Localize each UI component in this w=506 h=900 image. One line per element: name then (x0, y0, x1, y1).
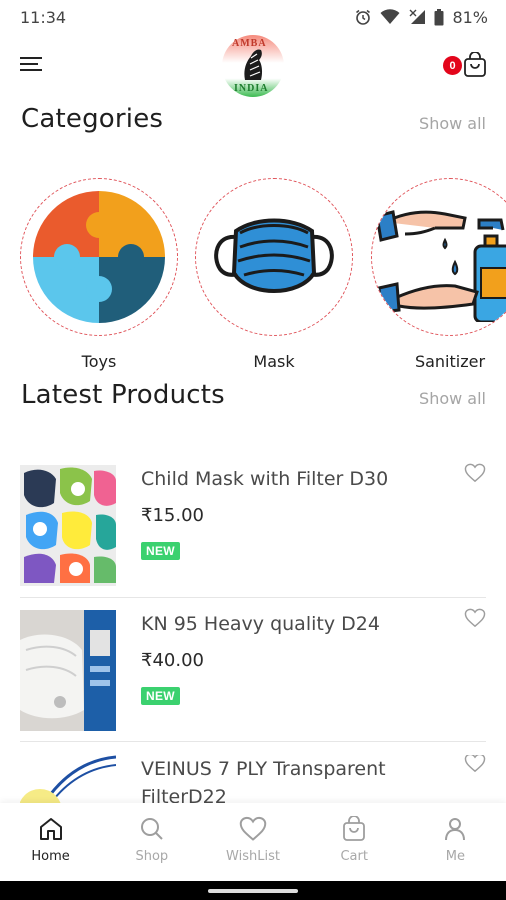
category-circle (195, 178, 353, 336)
nav-item-cart[interactable]: Cart (304, 803, 405, 881)
new-badge: NEW (141, 542, 180, 560)
nav-label: Home (31, 849, 70, 864)
product-item-veinus[interactable]: VEINUS 7 PLY Transparent FilterD22 (20, 755, 486, 803)
nav-item-me[interactable]: Me (405, 803, 506, 881)
new-badge: NEW (141, 687, 180, 705)
hand-sanitizer-icon (375, 210, 506, 322)
product-price: ₹15.00 (141, 505, 204, 526)
products-show-all-link[interactable]: Show all (419, 389, 486, 408)
categories-show-all-link[interactable]: Show all (419, 114, 486, 133)
logo-text-bottom: INDIA (234, 83, 269, 94)
product-price: ₹40.00 (141, 650, 204, 671)
bag-icon (343, 816, 366, 841)
product-item-kn95[interactable]: KN 95 Heavy quality D24 ₹40.00 NEW (20, 608, 486, 755)
heart-icon (239, 816, 267, 841)
bottom-navigation: Home Shop WishList Cart Me (0, 803, 506, 881)
wifi-icon (380, 9, 400, 24)
category-label: Mask (253, 352, 295, 371)
cart-button[interactable]: 0 (443, 52, 487, 82)
person-icon (445, 818, 466, 841)
product-name: VEINUS 7 PLY Transparent FilterD22 (141, 758, 386, 803)
categories-title: Categories (21, 104, 164, 134)
app-bar: AMBA INDIA 0 (0, 34, 506, 98)
nav-item-shop[interactable]: Shop (101, 803, 202, 881)
battery-percent: 81% (452, 7, 488, 27)
status-bar: 11:34 81% (0, 0, 506, 34)
nav-label: Shop (135, 849, 169, 864)
latest-products-title: Latest Products (21, 380, 225, 410)
home-gesture-handle[interactable] (208, 889, 298, 893)
product-name: KN 95 Heavy quality D24 (141, 613, 380, 635)
product-name: Child Mask with Filter D30 (141, 468, 389, 490)
signal-icon (409, 9, 426, 24)
status-icons: 81% (354, 8, 488, 27)
category-label: Sanitizer (414, 352, 486, 371)
shopping-bag-icon (464, 52, 486, 77)
home-icon (39, 818, 62, 840)
nav-item-home[interactable]: Home (0, 803, 101, 881)
search-icon (140, 818, 163, 840)
nav-label: Me (445, 849, 466, 864)
divider (20, 741, 486, 742)
wishlist-heart-icon[interactable] (464, 608, 486, 628)
puzzle-icon (33, 191, 165, 323)
cart-count-badge: 0 (443, 56, 462, 75)
category-label: Toys (81, 352, 117, 371)
category-item-sanitizer[interactable]: Sanitizer (371, 178, 506, 371)
product-image (20, 465, 116, 586)
battery-icon (434, 8, 444, 25)
wishlist-heart-icon[interactable] (464, 463, 486, 483)
nav-label: WishList (226, 849, 280, 864)
product-image (20, 755, 116, 803)
product-image (20, 610, 116, 731)
category-circle (371, 178, 506, 336)
category-circle (20, 178, 178, 336)
logo-text-top: AMBA (232, 38, 267, 49)
product-item-child-mask[interactable]: Child Mask with Filter D30 ₹15.00 NEW (20, 463, 486, 610)
system-navigation-bar (0, 881, 506, 900)
menu-button[interactable] (20, 54, 46, 76)
face-mask-icon (214, 218, 334, 293)
brand-logo[interactable]: AMBA INDIA (221, 34, 285, 98)
divider (20, 597, 486, 598)
category-item-toys[interactable]: Toys (20, 178, 178, 371)
alarm-icon (356, 9, 371, 25)
category-item-mask[interactable]: Mask (195, 178, 353, 371)
nav-item-wishlist[interactable]: WishList (202, 803, 303, 881)
nav-label: Cart (340, 849, 368, 864)
wishlist-heart-icon[interactable] (464, 755, 486, 773)
status-time: 11:34 (20, 7, 67, 27)
hamburger-icon (20, 57, 42, 71)
